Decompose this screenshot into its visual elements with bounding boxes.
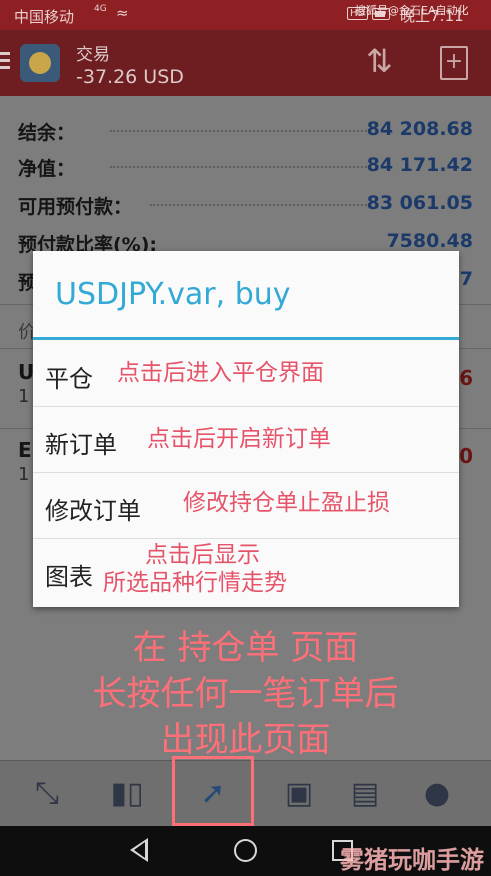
account-label: 可用预付款： xyxy=(18,196,133,218)
sort-icon[interactable]: ⇅ xyxy=(366,42,393,80)
add-document-icon[interactable]: + xyxy=(440,46,468,80)
page-title: 交易 xyxy=(76,45,110,65)
dot-leader xyxy=(150,204,370,206)
menu-item-label: 图表 xyxy=(45,563,93,591)
signal-icon: 4G xyxy=(94,4,107,14)
annotation-text: 点击后显示 xyxy=(145,542,260,568)
position-profit: 6 xyxy=(459,366,473,390)
annotation-line: 长按任何一笔订单后 xyxy=(92,674,399,714)
account-row-free-margin: 可用预付款： 83 061.05 xyxy=(0,186,491,220)
balance-total: -37.26 USD xyxy=(76,66,184,88)
account-label: 净值： xyxy=(18,158,76,180)
watermark-bottom: 雾猪玩咖手游网 xyxy=(340,846,484,874)
annotation-line: 出现此页面 xyxy=(160,720,331,760)
menu-item-label: 平仓 xyxy=(45,365,93,393)
dialog-title-divider xyxy=(33,337,459,340)
watermark-top: 搜狐号@金石EA自动化 xyxy=(355,4,469,17)
newspaper-icon: ▤ xyxy=(350,776,380,811)
annotation-text: 所选品种行情走势 xyxy=(103,570,287,596)
account-value: 7580.48 xyxy=(386,230,473,252)
menu-item-chart[interactable]: 图表 点击后显示 所选品种行情走势 xyxy=(33,539,459,605)
tab-quotes[interactable]: ⤡ xyxy=(6,761,88,827)
home-icon[interactable] xyxy=(234,839,257,862)
position-detail: 1 xyxy=(18,386,30,407)
position-profit: 0 xyxy=(459,444,473,468)
order-context-dialog: USDJPY.var, buy 平仓 点击后进入平仓界面 新订单 点击后开启新订… xyxy=(33,251,459,607)
carrier-name: 中国移动 xyxy=(14,8,75,26)
menu-item-close-position[interactable]: 平仓 点击后进入平仓界面 xyxy=(33,341,459,407)
dot-leader xyxy=(110,166,370,168)
annotation-text: 修改持仓单止盈止损 xyxy=(183,490,390,516)
candlestick-icon: ▮▯ xyxy=(110,776,144,811)
annotation-text: 点击后进入平仓界面 xyxy=(117,360,324,386)
dot-leader xyxy=(110,130,370,132)
menu-item-new-order[interactable]: 新订单 点击后开启新订单 xyxy=(33,407,459,473)
annotation-text: 点击后开启新订单 xyxy=(147,426,331,452)
position-symbol: E xyxy=(18,438,32,462)
menu-item-modify-order[interactable]: 修改订单 修改持仓单止盈止损 xyxy=(33,473,459,539)
chat-bubble-icon: ● xyxy=(423,776,451,811)
menu-icon[interactable] xyxy=(0,52,10,72)
position-detail: 1 xyxy=(18,464,30,485)
account-value: 84 208.68 xyxy=(366,118,473,140)
menu-item-label: 修改订单 xyxy=(45,497,141,525)
dialog-title: USDJPY.var, buy xyxy=(55,277,291,312)
tab-chart[interactable]: ▮▯ xyxy=(86,761,168,827)
tab-messages[interactable]: ● xyxy=(396,761,478,827)
inbox-icon: ▣ xyxy=(284,776,314,811)
account-value: 84 171.42 xyxy=(366,154,473,176)
account-value: 7 xyxy=(459,268,473,290)
position-symbol: U xyxy=(18,360,35,384)
account-row-balance: 结余： 84 208.68 xyxy=(0,112,491,146)
tab-news[interactable]: ▤ xyxy=(324,761,406,827)
wifi-icon: ≈ xyxy=(116,4,129,22)
app-header: 交易 -37.26 USD ⇅ + xyxy=(0,30,491,96)
menu-item-label: 新订单 xyxy=(45,431,117,459)
quotes-arrows-icon: ⤡ xyxy=(35,776,59,811)
account-row-equity: 净值： 84 171.42 xyxy=(0,148,491,182)
app-logo-icon xyxy=(20,44,60,82)
account-value: 83 061.05 xyxy=(366,192,473,214)
account-label: 结余： xyxy=(18,122,76,144)
annotation-line: 在 持仓单 页面 xyxy=(132,628,359,668)
highlight-box xyxy=(172,756,254,826)
back-icon[interactable] xyxy=(130,838,148,862)
